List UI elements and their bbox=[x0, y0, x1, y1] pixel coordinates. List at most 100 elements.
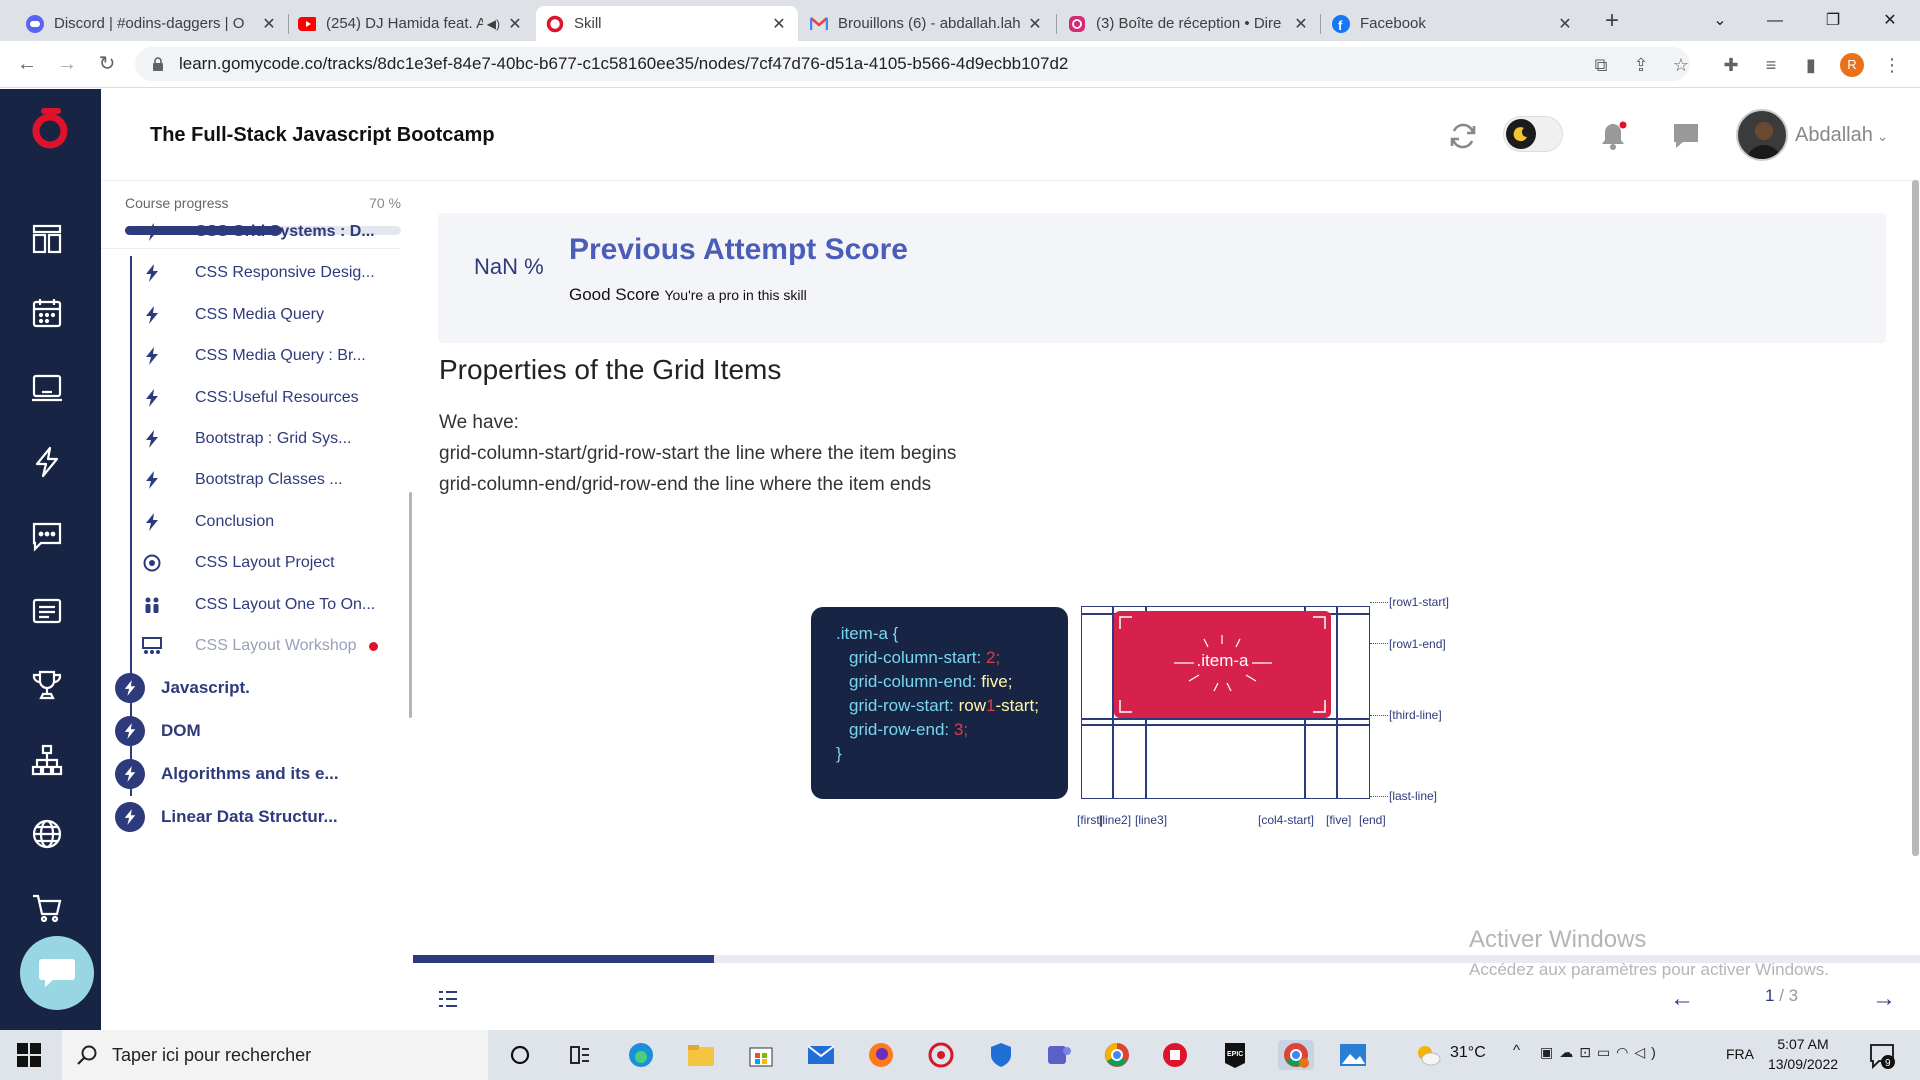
sidebar-module-item[interactable]: Algorithms and its e... bbox=[115, 756, 339, 792]
close-icon[interactable]: ✕ bbox=[506, 14, 524, 34]
security-icon[interactable] bbox=[986, 1040, 1016, 1070]
restore-icon[interactable]: ❐ bbox=[1813, 6, 1853, 36]
sidebar-lesson-item[interactable]: Bootstrap Classes ... bbox=[141, 464, 401, 496]
speaker-icon[interactable]: ◀) bbox=[487, 17, 500, 31]
store-icon[interactable] bbox=[746, 1040, 776, 1070]
tab-gmail[interactable]: Brouillons (6) - abdallah.lah ✕ bbox=[800, 6, 1054, 41]
sidebar-lesson-item[interactable]: CSS Layout Workshop bbox=[141, 630, 401, 662]
sidebar-lesson-item[interactable]: CSS Layout One To On... bbox=[141, 589, 401, 621]
photos-icon[interactable] bbox=[1338, 1040, 1368, 1070]
chat-icon[interactable] bbox=[30, 519, 64, 553]
tab-discord[interactable]: Discord | #odins-daggers | O ✕ bbox=[16, 6, 288, 41]
new-tab-button[interactable]: + bbox=[1597, 6, 1627, 36]
url-field[interactable]: learn.gomycode.co/tracks/8dc1e3ef-84e7-4… bbox=[135, 47, 1690, 81]
svg-text:EPIC: EPIC bbox=[1227, 1051, 1243, 1058]
sidebar-lesson-item[interactable]: Bootstrap : Grid Sys... bbox=[141, 423, 401, 455]
laptop-icon[interactable] bbox=[30, 371, 64, 405]
sidebar-module-item[interactable]: Linear Data Structur... bbox=[115, 799, 338, 835]
language-indicator[interactable]: FRA bbox=[1726, 1046, 1754, 1062]
sidebar-lesson-item[interactable]: CSS:Useful Resources bbox=[141, 382, 401, 414]
window-close-icon[interactable]: ✕ bbox=[1870, 6, 1910, 36]
module-label: DOM bbox=[161, 721, 201, 740]
sidebar-lesson-item[interactable]: CSS Grid Systems : D... bbox=[141, 216, 401, 248]
game-launcher-icon[interactable] bbox=[926, 1040, 956, 1070]
lesson-label: CSS Layout One To On... bbox=[195, 595, 376, 613]
extensions-icon[interactable]: ✚ bbox=[1719, 53, 1743, 77]
sidebar-module-item[interactable]: DOM bbox=[115, 713, 201, 749]
close-icon[interactable]: ✕ bbox=[260, 14, 278, 34]
bookmark-star-icon[interactable]: ☆ bbox=[1669, 53, 1693, 77]
sidebar-lesson-item[interactable]: CSS Media Query : Br... bbox=[141, 340, 401, 372]
file-explorer-icon[interactable] bbox=[686, 1040, 716, 1070]
bell-icon[interactable] bbox=[1596, 119, 1630, 153]
tray-overflow-icon[interactable]: ^ bbox=[1513, 1042, 1520, 1059]
tab-title: (3) Boîte de réception • Dire bbox=[1096, 15, 1282, 32]
avatar[interactable] bbox=[1736, 109, 1788, 161]
messages-icon[interactable] bbox=[1669, 119, 1703, 153]
browser-profile-avatar[interactable]: R bbox=[1840, 53, 1864, 77]
edge-icon[interactable] bbox=[626, 1040, 656, 1070]
tab-facebook[interactable]: f Facebook ✕ bbox=[1322, 6, 1584, 41]
tray-icons[interactable]: ▣☁⊡▭◠◁) bbox=[1540, 1044, 1662, 1061]
next-page-arrow-icon[interactable]: → bbox=[1872, 985, 1896, 1013]
refresh-icon[interactable] bbox=[1446, 119, 1480, 153]
taskbar-search-input[interactable]: Taper ici pour rechercher bbox=[62, 1030, 488, 1080]
clock-date[interactable]: 13/09/2022 bbox=[1762, 1056, 1844, 1072]
sidebar-lesson-item[interactable]: CSS Media Query bbox=[141, 299, 401, 331]
tab-skill[interactable]: Skill ✕ bbox=[536, 6, 798, 41]
youtube-icon bbox=[298, 15, 316, 33]
trophy-icon[interactable] bbox=[30, 668, 64, 702]
sidebar-lesson-item[interactable]: CSS Layout Project bbox=[141, 547, 401, 579]
tab-instagram[interactable]: (3) Boîte de réception • Dire ✕ bbox=[1058, 6, 1320, 41]
sidebar-lesson-item[interactable]: CSS Responsive Desig... bbox=[141, 257, 401, 289]
translate-icon[interactable]: ⧉ bbox=[1589, 53, 1613, 77]
chrome-icon[interactable] bbox=[1102, 1040, 1132, 1070]
epic-games-icon[interactable]: EPIC bbox=[1220, 1040, 1250, 1070]
code-line: grid-column-start: 2; bbox=[849, 648, 1001, 667]
document-icon[interactable] bbox=[30, 594, 64, 628]
media-icon[interactable]: ≡ bbox=[1759, 53, 1783, 77]
mail-icon[interactable] bbox=[806, 1040, 836, 1070]
tab-youtube[interactable]: (254) DJ Hamida feat. A ◀) ✕ bbox=[288, 6, 534, 41]
sidebar-lesson-item[interactable]: Conclusion bbox=[141, 506, 401, 538]
gomycode-logo-icon[interactable] bbox=[28, 107, 72, 151]
cart-icon[interactable] bbox=[30, 891, 64, 925]
sidebar-module-item[interactable]: Javascript. bbox=[115, 670, 250, 706]
windows-start-icon[interactable] bbox=[17, 1043, 41, 1067]
address-bar: ← → ↻ learn.gomycode.co/tracks/8dc1e3ef-… bbox=[0, 41, 1920, 88]
username-dropdown[interactable]: Abdallah ⌄ bbox=[1795, 124, 1888, 147]
close-icon[interactable]: ✕ bbox=[770, 14, 788, 34]
close-icon[interactable]: ✕ bbox=[1292, 14, 1310, 34]
tracks-icon[interactable] bbox=[30, 222, 64, 256]
office-icon[interactable] bbox=[1160, 1040, 1190, 1070]
globe-icon[interactable] bbox=[30, 817, 64, 851]
browser-menu-icon[interactable]: ⋮ bbox=[1880, 53, 1904, 77]
share-icon[interactable]: ⇪ bbox=[1629, 53, 1653, 77]
weather-icon[interactable] bbox=[1415, 1042, 1441, 1068]
minimize-icon[interactable]: — bbox=[1755, 6, 1795, 36]
previous-page-arrow-icon[interactable]: ← bbox=[1670, 985, 1694, 1013]
close-icon[interactable]: ✕ bbox=[1026, 14, 1044, 34]
back-icon[interactable]: ← bbox=[12, 49, 42, 79]
clock-time[interactable]: 5:07 AM bbox=[1770, 1036, 1836, 1052]
hierarchy-icon[interactable] bbox=[30, 743, 64, 777]
chrome-profile-icon[interactable] bbox=[1278, 1040, 1314, 1070]
forward-icon[interactable]: → bbox=[52, 49, 82, 79]
widgets-icon[interactable] bbox=[565, 1040, 595, 1070]
tab-search-icon[interactable]: ⌄ bbox=[1700, 6, 1740, 36]
calendar-icon[interactable] bbox=[30, 296, 64, 330]
reload-icon[interactable]: ↻ bbox=[92, 49, 122, 79]
support-chat-button[interactable] bbox=[20, 936, 94, 1010]
task-view-icon[interactable] bbox=[505, 1040, 535, 1070]
main-scrollbar[interactable] bbox=[1912, 180, 1919, 856]
notification-center-icon[interactable]: 9 bbox=[1868, 1042, 1896, 1070]
dark-mode-toggle[interactable] bbox=[1503, 116, 1563, 152]
side-panel-icon[interactable]: ▮ bbox=[1799, 53, 1823, 77]
sidebar-scrollbar[interactable] bbox=[409, 492, 412, 718]
bolt-icon[interactable] bbox=[30, 445, 64, 479]
firefox-icon[interactable] bbox=[866, 1040, 896, 1070]
teams-icon[interactable] bbox=[1044, 1040, 1074, 1070]
weather-temperature[interactable]: 31°C bbox=[1450, 1044, 1486, 1062]
close-icon[interactable]: ✕ bbox=[1556, 14, 1574, 34]
table-of-contents-icon[interactable] bbox=[437, 988, 459, 1010]
